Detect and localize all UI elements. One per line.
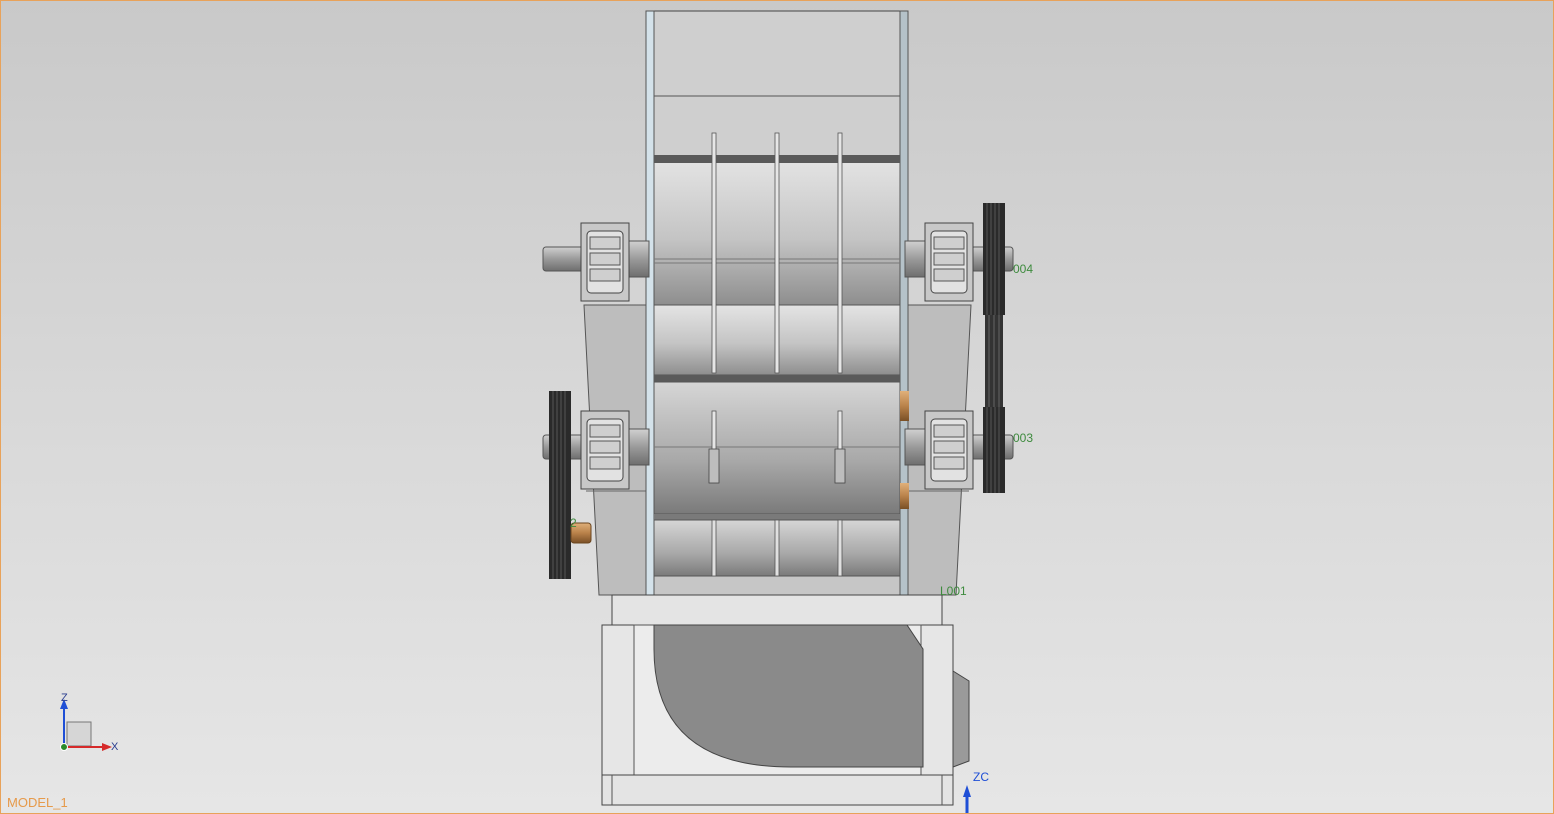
crusher-model-view[interactable] bbox=[1, 1, 1553, 813]
model-name-label: MODEL_1 bbox=[7, 795, 68, 810]
lower-drum bbox=[653, 381, 901, 515]
work-coordinate-zc-arrow bbox=[963, 785, 971, 813]
part-label-004[interactable]: 004 bbox=[1013, 263, 1033, 275]
part-label-l001[interactable]: L001 bbox=[940, 585, 967, 597]
triad-x-label: X bbox=[111, 741, 119, 753]
pulley-left-lower bbox=[549, 391, 571, 579]
pulley-right-lower bbox=[983, 407, 1005, 493]
base-right-post bbox=[920, 624, 954, 776]
base-left-post bbox=[601, 624, 635, 776]
base-bottom-beam bbox=[601, 774, 954, 806]
part-label-003[interactable]: 003 bbox=[1013, 432, 1033, 444]
bearing-upper-right bbox=[924, 222, 974, 302]
base-top-beam bbox=[611, 594, 943, 626]
axis-triad bbox=[60, 699, 112, 751]
pulley-right-upper bbox=[983, 203, 1005, 315]
bearing-lower-left bbox=[580, 410, 630, 490]
graphics-viewport[interactable]: 004 003 2 L001 Z X ZC MODEL_1 bbox=[0, 0, 1554, 814]
triad-z-label: Z bbox=[61, 692, 68, 704]
part-label-2[interactable]: 2 bbox=[570, 517, 577, 529]
bearing-upper-left bbox=[580, 222, 630, 302]
zc-label: ZC bbox=[973, 770, 989, 784]
drive-belt-right bbox=[985, 315, 1003, 407]
bearing-lower-right bbox=[924, 410, 974, 490]
